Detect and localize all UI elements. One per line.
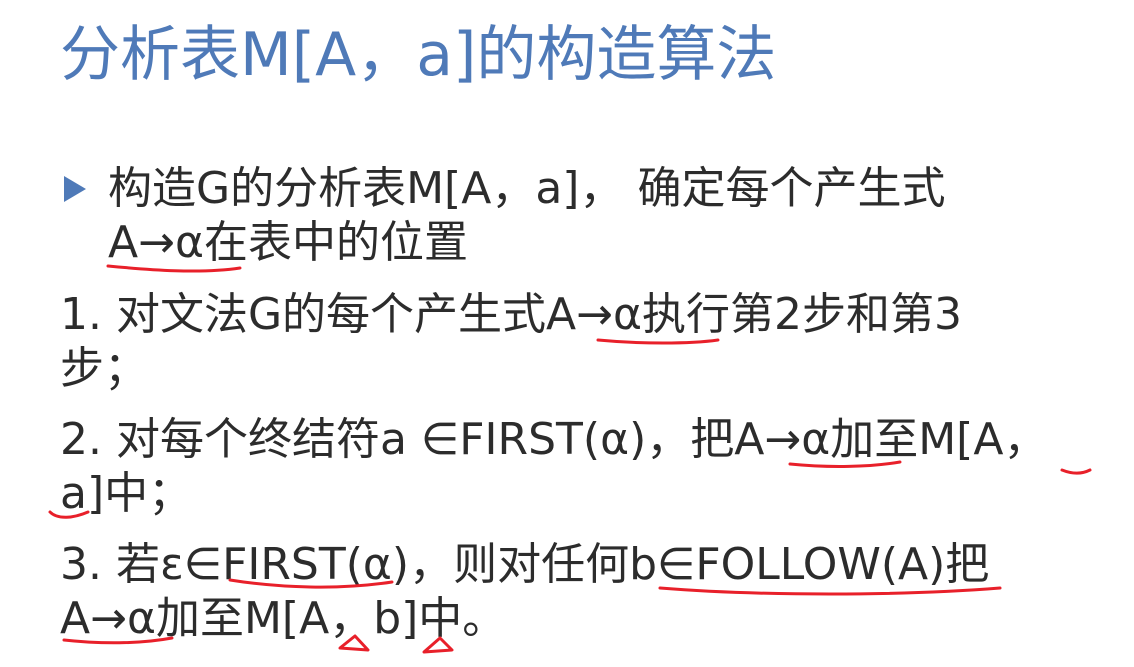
step-3-line-2: A→α加至M[A，b]中。 xyxy=(60,593,507,644)
step-2-line-1: 2. 对每个终结符a ∈FIRST(α)，把A→α加至M[A， xyxy=(60,414,1048,465)
slide-title: 分析表M[A，a]的构造算法 xyxy=(60,20,777,90)
step-2-line-2: a]中； xyxy=(60,468,193,519)
step-1-line-2: 步； xyxy=(60,343,148,394)
bullet-text-line-2: A→α在表中的位置 xyxy=(108,217,468,268)
bullet-triangle-icon xyxy=(64,176,86,202)
bullet-text-line-1: 构造G的分析表M[A，a]， 确定每个产生式 xyxy=(108,163,946,214)
underline-step2-A xyxy=(1060,468,1092,475)
step-3-line-1: 3. 若ε∈FIRST(α)，则对任何b∈FOLLOW(A)把 xyxy=(60,539,990,590)
step-1-line-1: 1. 对文法G的每个产生式A→α执行第2步和第3 xyxy=(60,289,963,340)
slide: 分析表M[A，a]的构造算法 构造G的分析表M[A，a]， 确定每个产生式 A→… xyxy=(0,0,1134,667)
